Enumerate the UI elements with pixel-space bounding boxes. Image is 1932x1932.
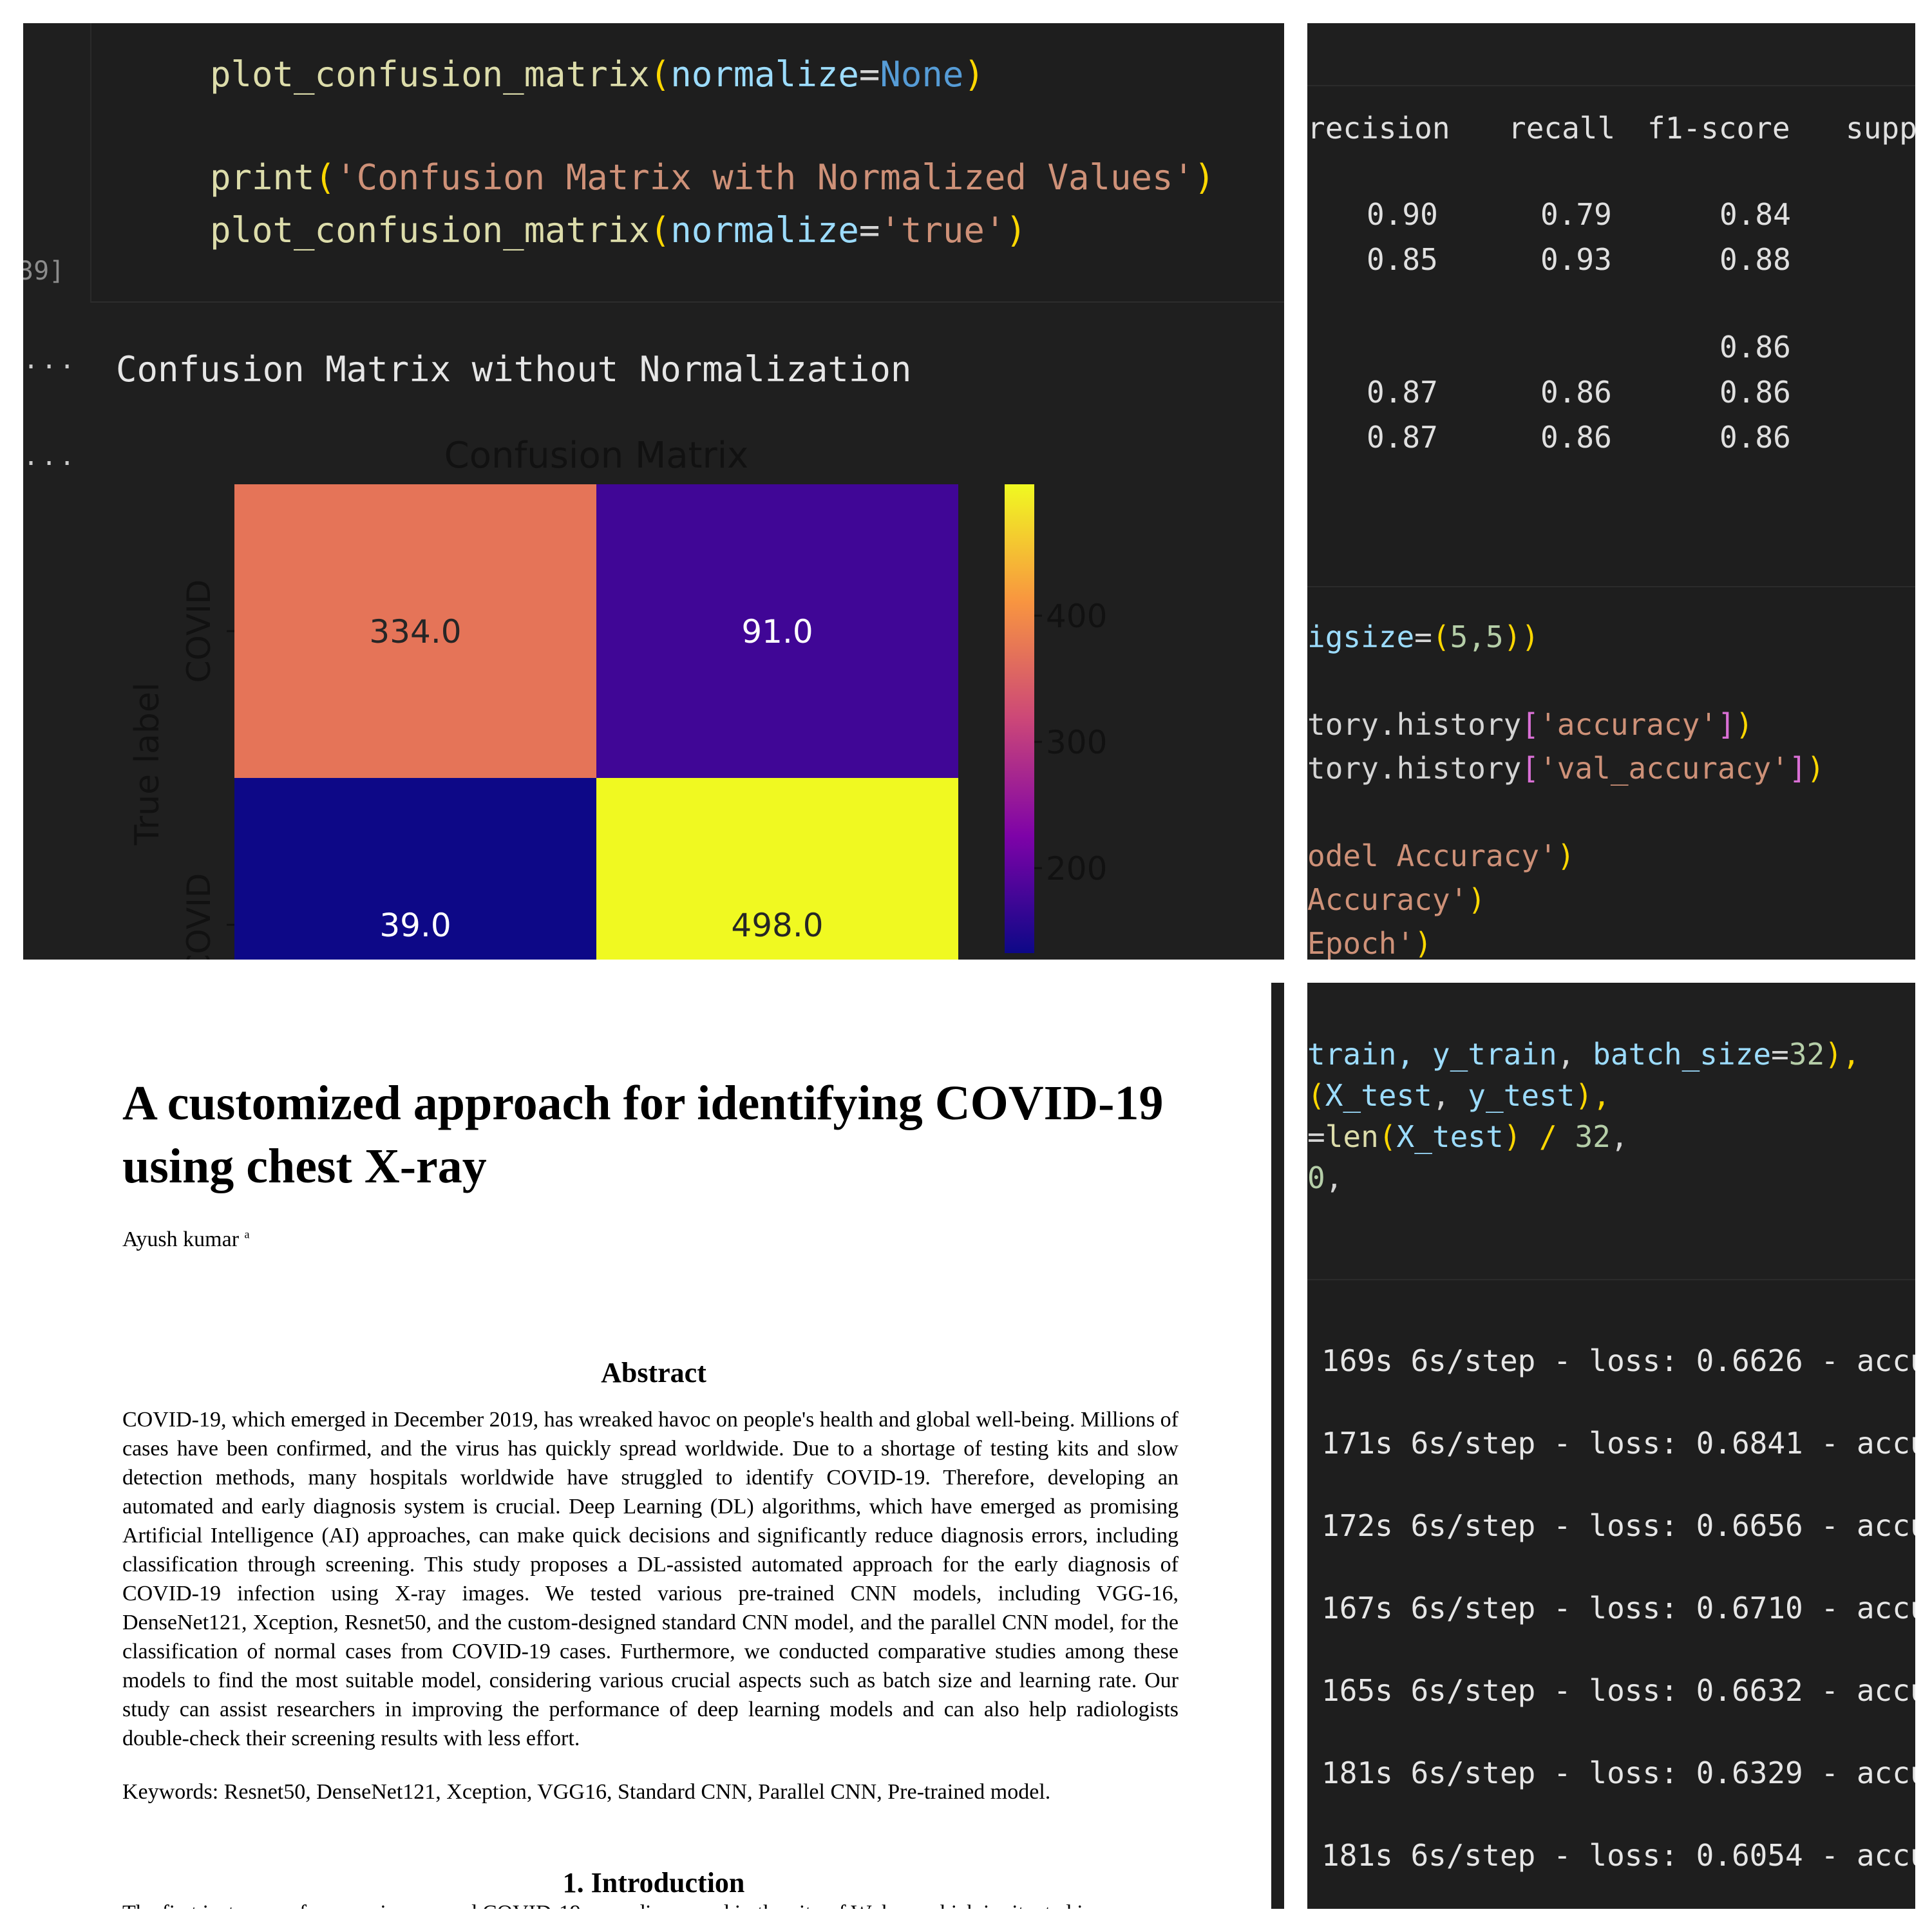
cell-separator	[1307, 586, 1915, 587]
report-cell: 0.86	[1540, 420, 1612, 455]
paper-panel: A customized approach for identifying CO…	[23, 983, 1284, 1909]
cell-value-label: 334.0	[369, 613, 461, 650]
report-header-f1: f1-score	[1647, 111, 1790, 146]
training-log-line: 181s 6s/step - loss: 0.6329 - accura	[1321, 1756, 1915, 1790]
divider-bar	[1271, 983, 1284, 1909]
report-cell: 0.87	[1367, 375, 1438, 410]
keywords: Keywords: Resnet50, DenseNet121, Xceptio…	[122, 1780, 1051, 1804]
chart-title: Confusion Matrix	[444, 435, 749, 477]
training-log-line: 172s 6s/step - loss: 0.6656 - accura	[1321, 1508, 1915, 1543]
cell-value-label: 39.0	[379, 907, 451, 944]
cell-value-label: 91.0	[741, 613, 813, 650]
code-xlabel: Epoch')	[1307, 926, 1432, 960]
training-log-line: 169s 6s/step - loss: 0.6626 - accura	[1321, 1343, 1915, 1378]
y-tick-label: COVID	[180, 873, 218, 960]
report-cell: 0.86	[1719, 375, 1791, 410]
y-axis-label: True label	[128, 683, 167, 846]
report-panel: recision recall f1-score suppo 0.90 0.79 0…	[1307, 23, 1915, 960]
report-header-recall: recall	[1508, 111, 1616, 146]
colorbar	[1005, 484, 1034, 953]
notebook-panel: plot_confusion_matrix(normalize=None) pr…	[23, 23, 1284, 960]
colorbar-tick-label: 400	[1046, 598, 1107, 635]
report-cell: 0.93	[1540, 242, 1612, 277]
paper-title: A customized approach for identifying CO…	[122, 1076, 1164, 1193]
code-fit-line-2: (X_test, y_test),	[1307, 1078, 1611, 1113]
colorbar-tick-label: 300	[1046, 724, 1107, 761]
report-cell: 0.85	[1367, 242, 1438, 277]
report-header-support: suppo	[1846, 111, 1915, 146]
fit-code-cell[interactable]: train, y_train, batch_size=32), (X_test,…	[1307, 983, 1915, 1280]
training-panel: train, y_train, batch_size=32), (X_test,…	[1307, 983, 1915, 1909]
paper-author: Ayush kumar a	[122, 1227, 250, 1251]
abstract-heading: Abstract	[601, 1357, 706, 1388]
introduction-text: The first instances of a new virus named…	[122, 1901, 1191, 1909]
introduction-heading: 1. Introduction	[562, 1867, 745, 1899]
training-log-line: 165s 6s/step - loss: 0.6632 - accura	[1321, 1673, 1915, 1708]
code-fit-line-1: train, y_train, batch_size=32),	[1307, 1037, 1861, 1072]
confusion-matrix-chart: 334.0 91.0 39.0 498.0 Confusion Matrix True l…	[128, 435, 1107, 960]
colorbar-tick-label: 200	[1046, 850, 1107, 887]
report-header-precision: recision	[1307, 111, 1450, 146]
code-ylabel: Accuracy')	[1307, 882, 1486, 917]
code-history-val-accuracy: tory.history['val_accuracy'])	[1307, 751, 1825, 786]
report-cell: 0.87	[1367, 420, 1438, 455]
report-cell: 0.86	[1719, 420, 1791, 455]
training-log-line: 171s 6s/step - loss: 0.6841 - accura	[1321, 1426, 1915, 1461]
report-cell: 0.84	[1719, 197, 1791, 232]
cell-value-label: 498.0	[731, 907, 823, 944]
training-log-line: 167s 6s/step - loss: 0.6710 - accura	[1321, 1591, 1915, 1625]
code-title: odel Accuracy')	[1307, 838, 1575, 873]
training-log-line: 181s 6s/step - loss: 0.6054 - accura	[1321, 1838, 1915, 1873]
report-cell: 0.88	[1719, 242, 1791, 277]
code-fit-line-4: 0,	[1307, 1160, 1343, 1195]
code-history-accuracy: tory.history['accuracy'])	[1307, 707, 1754, 742]
report-cell: 0.86	[1719, 330, 1791, 365]
abstract-text: COVID-19, which emerged in December 2019…	[122, 1408, 1179, 1750]
code-figsize: igsize=(5,5))	[1307, 620, 1540, 654]
report-cell: 0.86	[1540, 375, 1612, 410]
report-cell: 0.79	[1540, 197, 1612, 232]
code-fit-line-3: =len(X_test) / 32,	[1307, 1119, 1629, 1154]
y-tick-label: COVID	[180, 580, 218, 683]
panel-toolbar	[1307, 23, 1915, 86]
report-cell: 0.90	[1367, 197, 1438, 232]
